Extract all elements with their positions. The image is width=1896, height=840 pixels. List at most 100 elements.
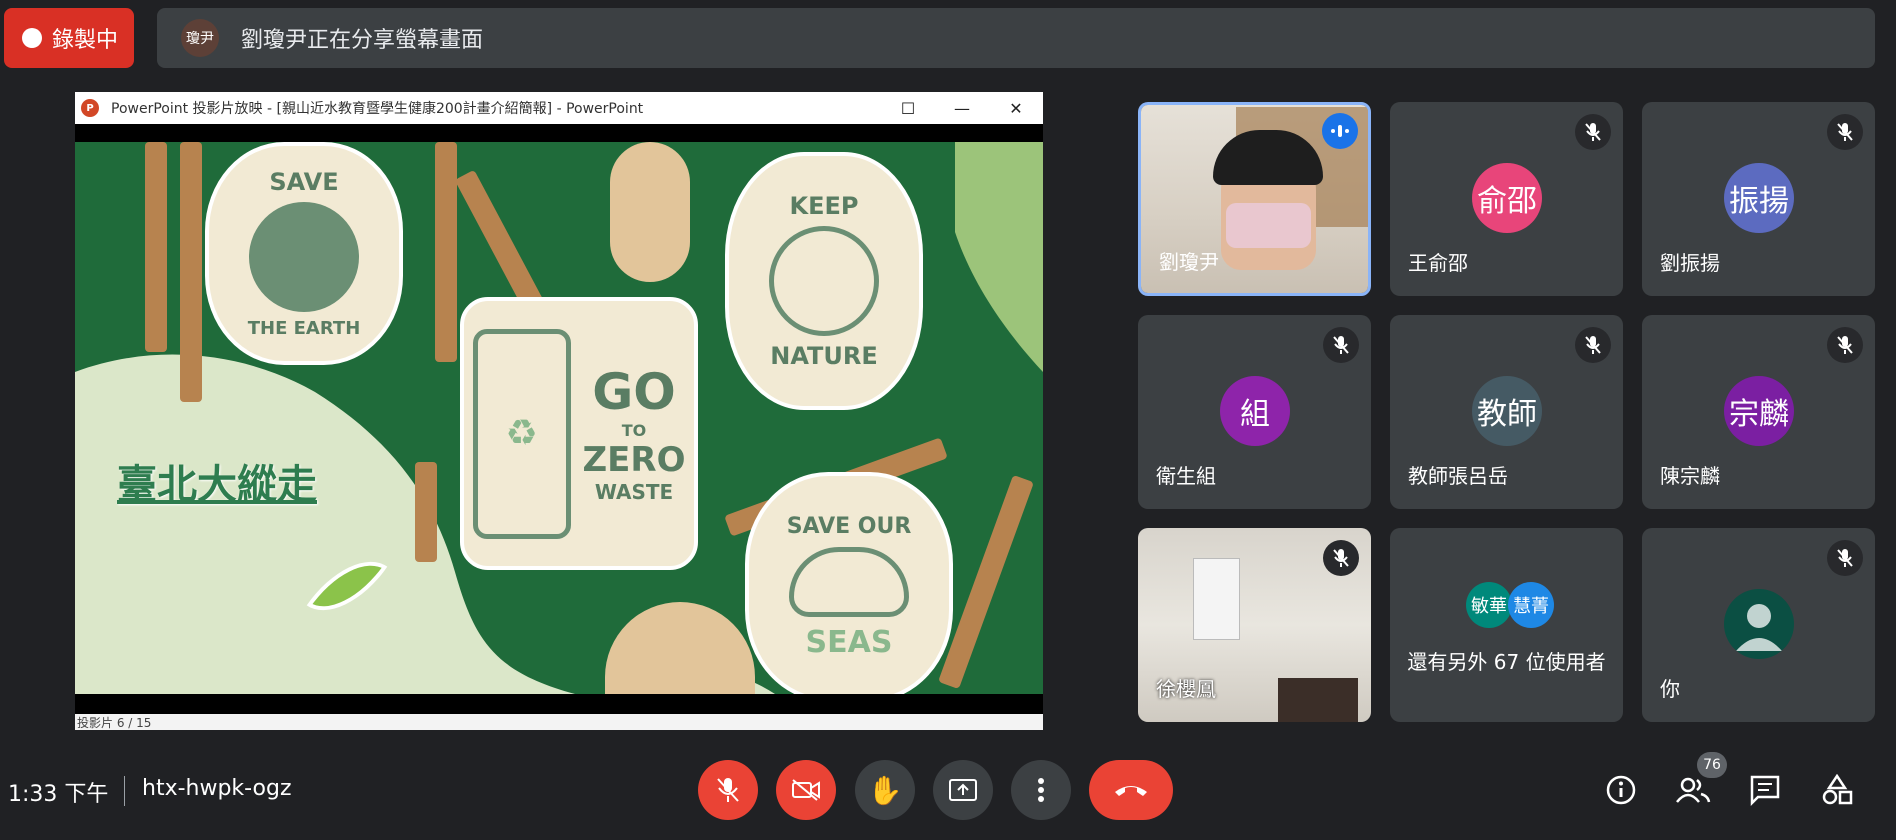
maximize-icon[interactable]: ☐ [881,92,935,124]
leave-call-button[interactable] [1089,760,1173,820]
participant-name: 王俞邵 [1408,251,1468,275]
avatar: 慧菁 [1508,582,1554,628]
meeting-code: htx-hwpk-ogz [142,776,292,801]
participant-tile-self[interactable]: 你 [1642,528,1875,722]
go-zero-waste-sticker: ♻ GO TO ZERO WASTE [460,297,698,570]
recording-indicator[interactable]: 錄製中 [4,8,134,68]
doorway [1278,678,1358,722]
participant-tile-video[interactable]: 徐櫻鳳 [1138,528,1371,722]
participant-tile[interactable]: 宗麟 陳宗麟 [1642,315,1875,509]
mic-toggle-button[interactable] [698,760,758,820]
participant-tile[interactable]: 俞邵 王俞邵 [1390,102,1623,296]
participant-tile[interactable]: 振揚 劉振揚 [1642,102,1875,296]
clock: 1:33 下午 [8,782,109,807]
participant-tile[interactable]: 教師 教師張呂岳 [1390,315,1623,509]
camera-off-icon [792,779,820,801]
mic-off-icon [1575,114,1611,150]
seas-text: SEAS [805,625,893,660]
people-button[interactable]: 76 [1673,752,1727,810]
camera-toggle-button[interactable] [776,760,836,820]
present-button[interactable] [933,760,993,820]
participant-name: 教師張呂岳 [1408,464,1508,488]
go-text: GO [592,363,676,421]
wooden-spoon [610,142,690,282]
mic-off-icon [1827,540,1863,576]
chat-icon [1750,775,1780,806]
ppt-window-title: PowerPoint 投影片放映 - [親山近水教育暨學生健康200計畫介紹簡報… [111,101,644,117]
presenting-banner: 瓊尹 劉瓊尹正在分享螢幕畫面 [157,8,1875,68]
activities-button[interactable] [1817,770,1857,810]
air-conditioner [1193,558,1240,640]
straw-3 [435,142,457,362]
slide: SAVE THE EARTH KEEP NATURE ♻ GO TO ZERO … [75,142,1043,694]
raise-hand-button[interactable]: ✋ [855,760,915,820]
face-mask [1226,203,1311,248]
participant-name: 衛生組 [1156,464,1216,488]
participant-name: 陳宗麟 [1660,464,1720,488]
globe-icon [249,202,359,312]
keep-nature-bottom: NATURE [770,342,878,370]
participant-name: 劉振揚 [1660,251,1720,275]
save-earth-sticker: SAVE THE EARTH [205,142,403,365]
save-our-text: SAVE OUR [786,514,912,539]
participant-name: 徐櫻鳳 [1156,677,1216,701]
mic-off-icon [1827,327,1863,363]
participant-name: 劉瓊尹 [1159,250,1219,274]
mic-off-icon [1575,327,1611,363]
keep-nature-sticker: KEEP NATURE [725,152,923,410]
recording-label: 錄製中 [52,28,119,53]
participant-tile[interactable]: 組 衛生組 [1138,315,1371,509]
chat-button[interactable] [1745,770,1785,810]
presenter-avatar: 瓊尹 [181,19,219,57]
save-seas-sticker: SAVE OUR SEAS [745,472,953,694]
record-dot-icon [22,28,42,48]
dolphin-icon [789,547,909,617]
straw-2 [180,142,202,402]
slide-counter: 投影片 6 / 15 [77,716,152,730]
mic-off-icon [717,778,739,802]
hand-icon: ✋ [867,773,903,807]
to-text: TO [621,421,647,440]
people-icon [1676,777,1711,803]
ppt-window-titlebar: P PowerPoint 投影片放映 - [親山近水教育暨學生健康200計畫介紹… [75,92,1043,124]
tree-icon [769,226,879,336]
straw-7 [415,462,437,562]
cup-icon: ♻ [472,328,571,539]
activities-icon [1822,774,1853,805]
others-tile[interactable]: 敏華 慧菁 還有另外 67 位使用者 [1390,528,1623,722]
avatar: 組 [1220,376,1290,446]
save-earth-bottom: THE EARTH [247,318,361,339]
avatar: 宗麟 [1724,376,1794,446]
meeting-info-button[interactable] [1601,770,1641,810]
participant-count-badge: 76 [1697,752,1727,778]
mic-off-icon [1323,327,1359,363]
slide-title: 臺北大縱走 [117,462,317,508]
participant-tile-self-presenter[interactable]: 劉瓊尹 [1138,102,1371,296]
minimize-icon[interactable]: — [935,92,989,124]
avatar: 教師 [1472,376,1542,446]
save-earth-top: SAVE [269,168,339,196]
straw-1 [145,142,167,352]
more-options-button[interactable] [1011,760,1071,820]
present-screen-icon [949,779,977,801]
avatar: 俞邵 [1472,163,1542,233]
powerpoint-icon: P [81,99,99,117]
info-icon [1606,775,1636,805]
hang-up-icon [1115,786,1147,796]
presenting-text: 劉瓊尹正在分享螢幕畫面 [241,28,484,53]
more-vert-icon [1038,778,1044,802]
speaking-indicator-icon [1322,113,1358,149]
avatar: 振揚 [1724,163,1794,233]
shared-screen: P PowerPoint 投影片放映 - [親山近水教育暨學生健康200計畫介紹… [75,92,1043,730]
avatar: 敏華 [1466,582,1512,628]
default-avatar-icon [1724,589,1794,659]
mic-off-icon [1323,540,1359,576]
keep-nature-top: KEEP [789,192,859,220]
participant-name: 你 [1660,677,1680,701]
divider [124,776,125,806]
others-label: 還有另外 67 位使用者 [1407,650,1606,674]
mic-off-icon [1827,114,1863,150]
close-icon[interactable]: ✕ [989,92,1043,124]
zero-text: ZERO [582,440,686,480]
waste-text: WASTE [594,480,674,504]
